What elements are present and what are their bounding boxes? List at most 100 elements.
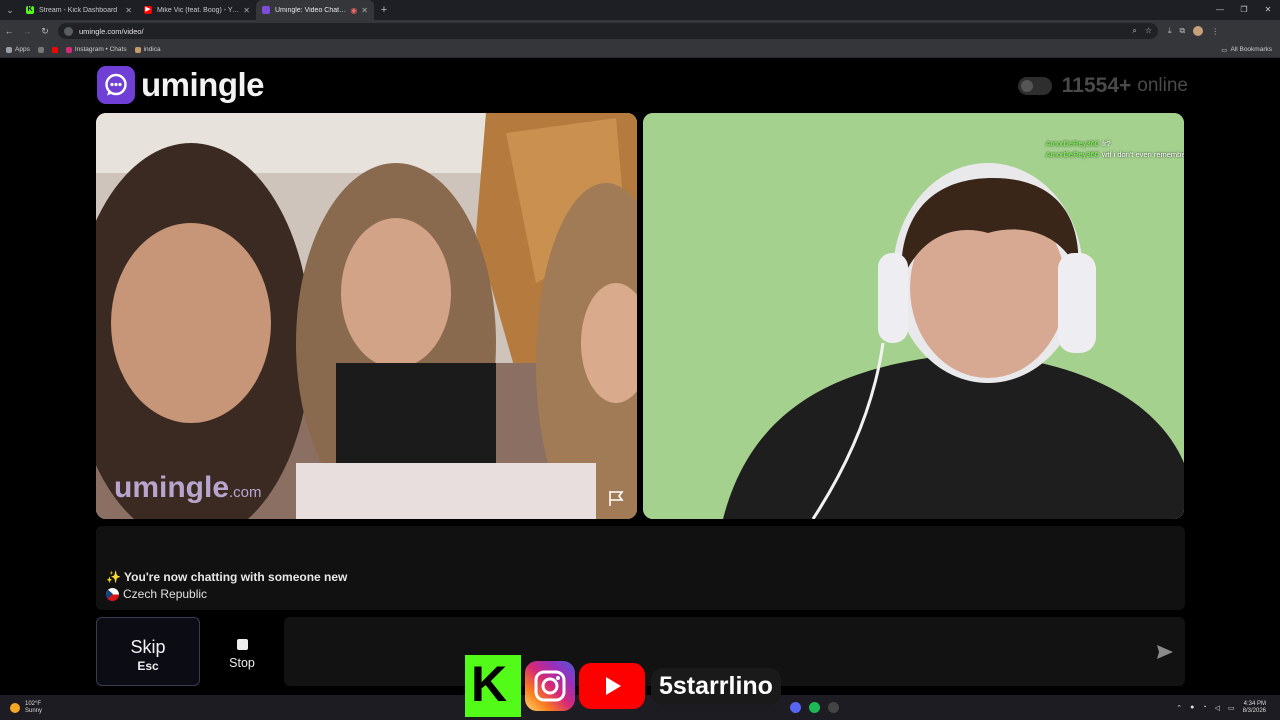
browser-tabbar: ⌄ K Stream - Kick Dashboard ✕ ▶ Mike Vic… — [0, 0, 1280, 20]
kick-favicon-icon: K — [26, 6, 34, 14]
sun-icon — [10, 702, 20, 713]
leaf-icon — [134, 46, 141, 53]
theme-toggle[interactable] — [1017, 77, 1052, 95]
bookmark-instagram[interactable]: Instagram • Chats — [65, 46, 127, 53]
online-count: 11554+ — [1061, 74, 1132, 97]
tab-kick-dashboard[interactable]: K Stream - Kick Dashboard ✕ — [20, 0, 138, 20]
bookmark-grid[interactable] — [37, 46, 44, 53]
bookmark-star-icon[interactable]: ☆ — [1145, 26, 1152, 36]
close-icon[interactable]: ✕ — [243, 6, 250, 15]
send-icon[interactable] — [1155, 642, 1175, 662]
tab-umingle[interactable]: Umingle: Video Chat with S ◉ ✕ — [256, 0, 374, 20]
skip-label: Skip — [130, 637, 166, 657]
chat-nick: AmorDeRey360 — [1045, 139, 1099, 148]
tab-title: Umingle: Video Chat with S — [275, 6, 347, 14]
instagram-logo-icon — [525, 661, 575, 711]
grid-icon — [37, 46, 44, 53]
download-icon[interactable]: ⤓ — [1168, 26, 1172, 36]
tab-search-icon[interactable]: ⌄ — [0, 0, 20, 20]
chat-nick: AmorDeRey360 — [1045, 150, 1099, 159]
youtube-icon — [51, 46, 58, 53]
watermark: umingle.com — [114, 471, 262, 505]
chevron-up-icon[interactable]: ⌃ — [1176, 704, 1182, 712]
bookmarks-bar: Apps Instagram • Chats indica ▭ All Book… — [0, 42, 1280, 58]
chat-text: fr? — [1101, 139, 1111, 148]
battery-icon[interactable]: ▭ — [1228, 704, 1235, 712]
tab-youtube[interactable]: ▶ Mike Vic (feat. Boog) - YouTube ✕ — [138, 0, 256, 20]
country-line: Czech Republic — [106, 587, 207, 601]
umingle-favicon-icon — [262, 6, 270, 14]
chat-bubble-icon — [97, 66, 135, 104]
clock-date: 8/3/2026 — [1242, 707, 1266, 714]
spotify-icon[interactable] — [809, 702, 820, 713]
weather-widget[interactable]: 102°F Sunny — [10, 701, 42, 715]
skip-button[interactable]: Skip Esc — [96, 617, 200, 686]
youtube-favicon-icon: ▶ — [144, 6, 152, 14]
bookmark-youtube[interactable] — [51, 46, 58, 53]
skip-shortcut: Esc — [137, 659, 159, 673]
menu-icon[interactable]: ⋮ — [1211, 27, 1219, 36]
kick-logo-icon: K — [465, 655, 521, 717]
minimize-icon[interactable]: — — [1208, 0, 1232, 20]
apps-grid-icon — [6, 46, 12, 53]
address-bar[interactable]: umingle.com/video/ ⌕ ☆ — [58, 23, 1158, 39]
online-indicator: 11554+ online — [1017, 74, 1188, 98]
microphone-icon[interactable]: ● — [1190, 704, 1194, 711]
url-text: umingle.com/video/ — [79, 26, 144, 36]
folder-icon: ▭ — [1221, 46, 1228, 54]
bookmark-label: Apps — [15, 46, 30, 53]
recording-icon: ◉ — [350, 5, 358, 15]
stop-icon — [236, 639, 248, 650]
bookmark-label: indica — [143, 46, 161, 53]
restore-icon[interactable]: ❐ — [1232, 0, 1256, 20]
taskbar-apps — [790, 702, 839, 713]
youtube-logo-icon — [579, 663, 645, 709]
network-icon[interactable]: ◔ — [1202, 704, 1206, 711]
online-label: online — [1137, 75, 1188, 96]
app-icon[interactable] — [828, 702, 839, 713]
stream-chat-overlay: AmorDeRey360 fr? AmorDeRey360 wtf i don't … — [1046, 138, 1184, 160]
chat-message: AmorDeRey360 fr? — [1046, 138, 1184, 149]
reload-icon[interactable]: ↻ — [36, 26, 54, 37]
back-icon[interactable]: ← — [0, 26, 18, 36]
tab-title: Mike Vic (feat. Boog) - YouTube — [157, 6, 240, 14]
logo-text: umingle — [141, 66, 265, 103]
czech-flag-icon — [106, 587, 119, 601]
volume-icon[interactable]: ◁ — [1215, 704, 1220, 712]
zoom-icon[interactable]: ⌕ — [1132, 26, 1136, 36]
instagram-icon — [65, 46, 72, 53]
self-video-frame — [643, 113, 1184, 519]
temperature: 102°F — [25, 700, 42, 707]
window-controls: — ❐ ✕ — [1208, 0, 1280, 20]
all-bookmarks[interactable]: ▭ All Bookmarks — [1221, 46, 1272, 54]
clock[interactable]: 4:34 PM 8/3/2026 — [1243, 701, 1266, 715]
stranger-video-frame — [96, 113, 637, 519]
bookmark-label: Instagram • Chats — [74, 46, 127, 53]
new-tab-icon[interactable]: + — [374, 4, 394, 16]
close-icon[interactable]: ✕ — [125, 6, 132, 15]
clock-time: 4:34 PM — [1243, 700, 1266, 707]
site-info-icon[interactable] — [64, 26, 73, 36]
forward-icon[interactable]: → — [18, 26, 36, 36]
tab-title: Stream - Kick Dashboard — [39, 6, 118, 14]
logo[interactable]: umingle — [97, 66, 265, 104]
chat-log: ✨ You're now chatting with someone new C… — [96, 526, 1185, 610]
extensions-icon[interactable]: ⧉ — [1180, 26, 1186, 36]
umingle-page: umingle 11554+ online umingle.com AmorDe… — [0, 59, 1280, 695]
discord-icon[interactable] — [790, 702, 801, 713]
chat-message: AmorDeRey360 wtf i don't even remember — [1046, 149, 1184, 160]
self-video: AmorDeRey360 fr? AmorDeRey360 wtf i don't … — [643, 113, 1184, 519]
close-icon[interactable]: ✕ — [361, 6, 368, 15]
stop-button[interactable]: Stop — [207, 617, 277, 686]
stranger-video: umingle.com — [96, 113, 637, 519]
chat-text: wtf i don't even remember — [1101, 150, 1184, 159]
report-flag-icon[interactable] — [607, 489, 625, 507]
browser-toolbar: ← → ↻ umingle.com/video/ ⌕ ☆ ⤓ ⧉ ⋮ — [0, 20, 1280, 42]
close-window-icon[interactable]: ✕ — [1256, 0, 1280, 20]
system-message: ✨ You're now chatting with someone new — [106, 570, 348, 584]
stop-label: Stop — [229, 656, 255, 670]
bookmark-indica[interactable]: indica — [134, 46, 161, 53]
profile-avatar[interactable] — [1193, 26, 1204, 36]
bookmark-apps[interactable]: Apps — [6, 46, 30, 53]
system-tray: ⌃ ● ◔ ◁ ▭ 4:34 PM 8/3/2026 — [1176, 701, 1266, 715]
